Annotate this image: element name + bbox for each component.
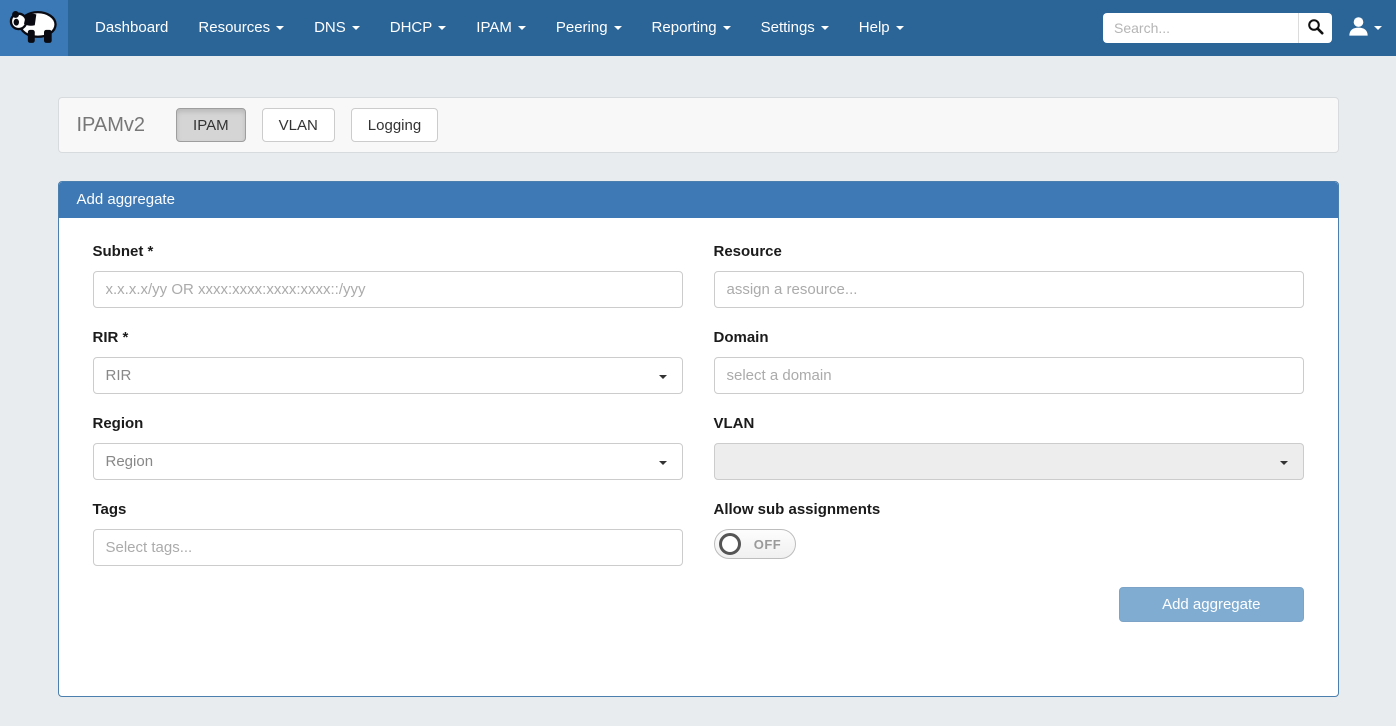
region-select[interactable]: Region (93, 443, 683, 480)
chevron-down-icon (276, 26, 284, 30)
nav-resources[interactable]: Resources (183, 0, 299, 56)
required-asterisk: * (123, 329, 129, 346)
nav-settings[interactable]: Settings (746, 0, 844, 56)
add-aggregate-form: Subnet * Resource RIR * RIR Domain (59, 218, 1338, 622)
subnet-input[interactable] (93, 271, 683, 308)
nav-reporting[interactable]: Reporting (637, 0, 746, 56)
chevron-down-icon (659, 375, 667, 379)
rir-field-group: RIR * RIR (93, 329, 683, 394)
page-header: IPAMv2 IPAM VLAN Logging (58, 97, 1339, 153)
vlan-field-group: VLAN (714, 415, 1304, 480)
search-input[interactable] (1103, 13, 1298, 43)
rir-label: RIR * (93, 329, 683, 346)
tags-field-group: Tags (93, 501, 683, 566)
chevron-down-icon (518, 26, 526, 30)
chevron-down-icon (659, 461, 667, 465)
toggle-knob (719, 533, 741, 555)
search-button[interactable] (1298, 13, 1332, 43)
top-navbar: Dashboard Resources DNS DHCP IPAM Peerin… (0, 0, 1396, 56)
panda-logo-icon (9, 6, 59, 51)
tab-logging[interactable]: Logging (351, 108, 438, 142)
panel-title: Add aggregate (59, 182, 1338, 218)
vlan-select[interactable] (714, 443, 1304, 480)
resource-field-group: Resource (714, 243, 1304, 308)
subnet-label: Subnet * (93, 243, 683, 260)
add-aggregate-button[interactable]: Add aggregate (1119, 587, 1303, 622)
chevron-down-icon (821, 26, 829, 30)
resource-input[interactable] (714, 271, 1304, 308)
chevron-down-icon (438, 26, 446, 30)
main-nav: Dashboard Resources DNS DHCP IPAM Peerin… (80, 0, 919, 56)
chevron-down-icon (614, 26, 622, 30)
chevron-down-icon (723, 26, 731, 30)
rir-select[interactable]: RIR (93, 357, 683, 394)
tags-input[interactable] (93, 529, 683, 566)
user-menu[interactable] (1348, 16, 1382, 41)
chevron-down-icon (1280, 461, 1288, 465)
tab-ipam[interactable]: IPAM (176, 108, 246, 142)
vlan-label: VLAN (714, 415, 1304, 432)
nav-peering[interactable]: Peering (541, 0, 637, 56)
required-asterisk: * (148, 243, 154, 260)
navbar-right (1103, 0, 1396, 56)
user-icon (1348, 16, 1369, 41)
domain-field-group: Domain (714, 329, 1304, 394)
nav-ipam[interactable]: IPAM (461, 0, 541, 56)
domain-input[interactable] (714, 357, 1304, 394)
allow-sub-assignments-toggle[interactable]: OFF (714, 529, 796, 559)
brand-logo[interactable] (0, 0, 68, 56)
main-content: IPAMv2 IPAM VLAN Logging Add aggregate S… (58, 97, 1339, 697)
tab-vlan[interactable]: VLAN (262, 108, 335, 142)
region-field-group: Region Region (93, 415, 683, 480)
nav-dhcp[interactable]: DHCP (375, 0, 462, 56)
toggle-state-text: OFF (741, 537, 795, 552)
nav-dns[interactable]: DNS (299, 0, 375, 56)
subnet-field-group: Subnet * (93, 243, 683, 308)
nav-help[interactable]: Help (844, 0, 919, 56)
chevron-down-icon (896, 26, 904, 30)
allow-sub-assignments-group: Allow sub assignments OFF (714, 501, 1304, 566)
domain-label: Domain (714, 329, 1304, 346)
chevron-down-icon (352, 26, 360, 30)
submit-row: Add aggregate (93, 587, 1304, 622)
allow-sub-assignments-label: Allow sub assignments (714, 501, 1304, 518)
page-title: IPAMv2 (77, 114, 146, 137)
resource-label: Resource (714, 243, 1304, 260)
region-label: Region (93, 415, 683, 432)
chevron-down-icon (1374, 26, 1382, 30)
search-icon (1307, 18, 1324, 38)
add-aggregate-panel: Add aggregate Subnet * Resource RIR * RI… (58, 181, 1339, 697)
search-group (1103, 13, 1332, 43)
nav-dashboard[interactable]: Dashboard (80, 0, 183, 56)
tags-label: Tags (93, 501, 683, 518)
